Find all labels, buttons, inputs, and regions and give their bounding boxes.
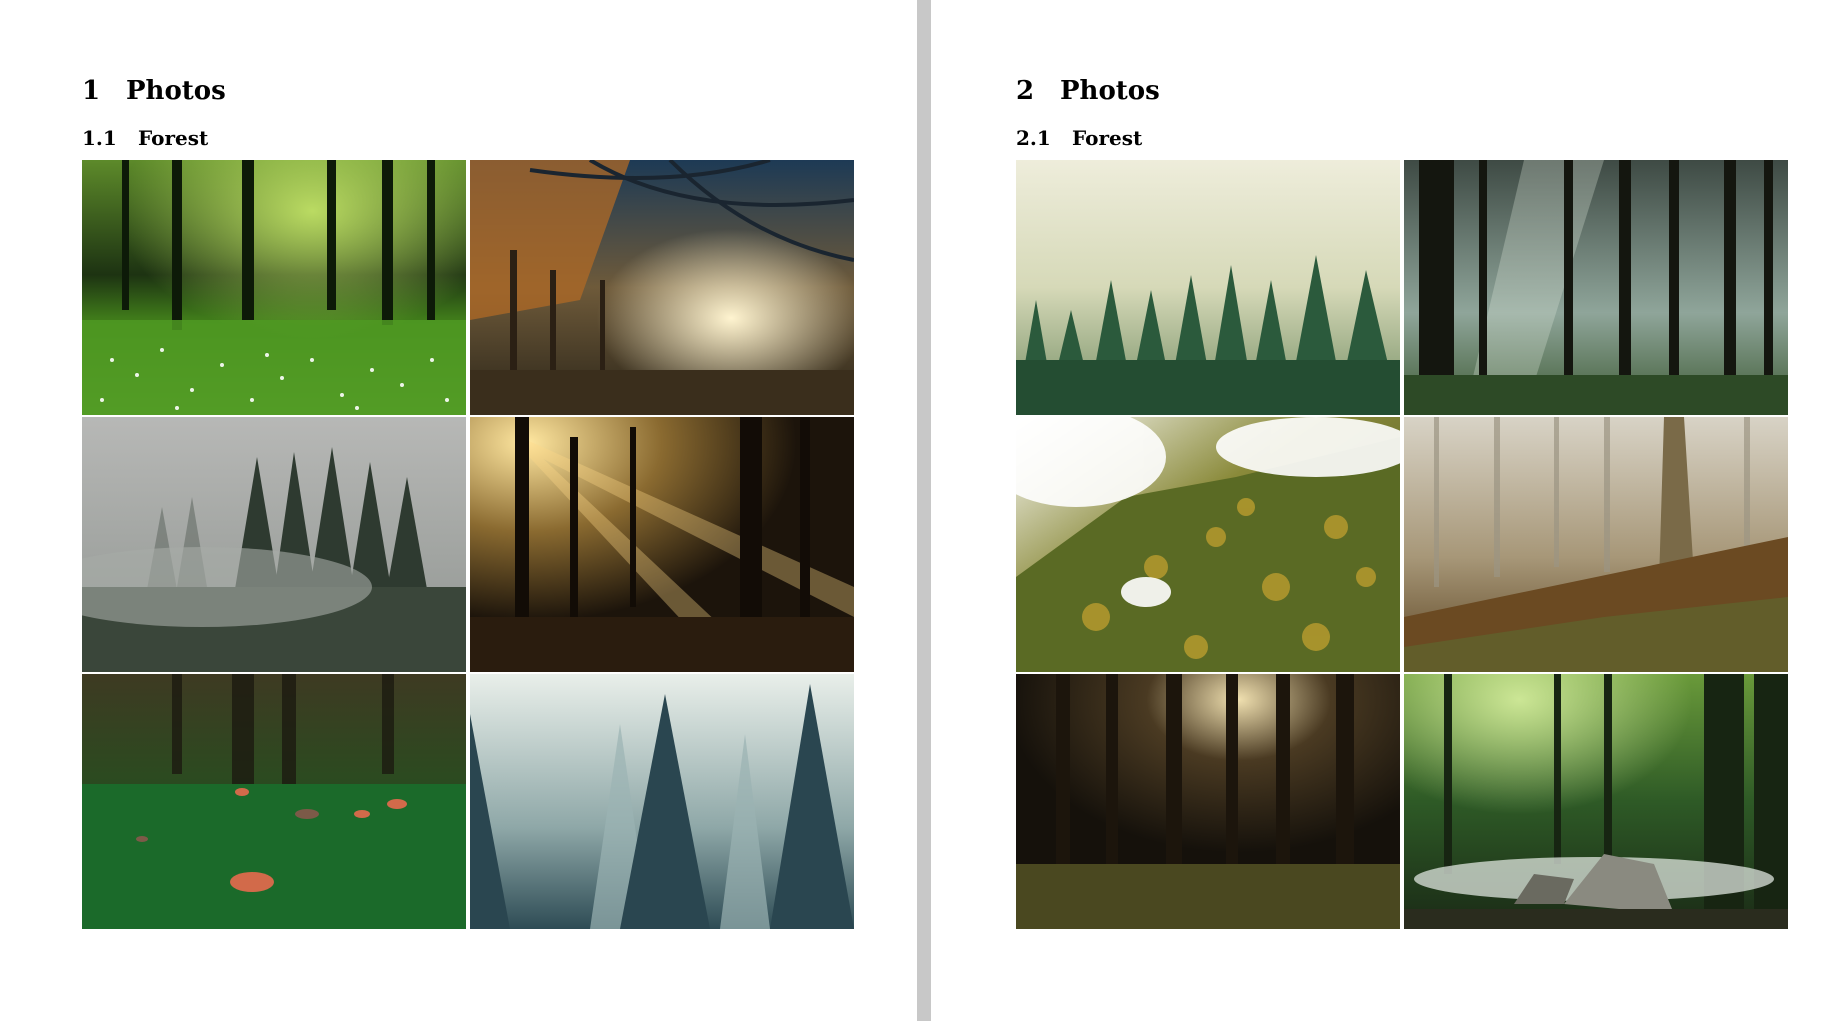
photo-grid <box>1016 160 1788 929</box>
forest-photo-misty-woodland <box>1404 417 1788 672</box>
section-title: Photos <box>126 76 226 106</box>
subsection-number: 1.1 <box>82 126 117 150</box>
document-page-2: 2 Photos 2.1 Forest <box>931 0 1838 1021</box>
forest-photo-sunbeam-path <box>470 417 854 672</box>
page-separator <box>917 0 931 1021</box>
forest-photo-foggy-firs <box>470 674 854 929</box>
subsection-heading: 1.1 Forest <box>82 126 208 150</box>
forest-photo-foggy-treetops <box>1016 160 1400 415</box>
document-page-1: 1 Photos 1.1 Forest <box>0 0 917 1021</box>
forest-photo-aerial-clouds <box>1016 417 1400 672</box>
forest-photo-mushrooms <box>82 674 466 929</box>
forest-photo-light-shafts <box>1404 160 1788 415</box>
forest-photo-misty-rocks <box>1404 674 1788 929</box>
forest-photo-misty-hillside <box>82 417 466 672</box>
photo-grid <box>82 160 854 929</box>
subsection-title: Forest <box>138 126 209 150</box>
forest-photo-dark-pines <box>1016 674 1400 929</box>
section-title: Photos <box>1060 76 1160 106</box>
section-heading: 2 Photos <box>1016 76 1160 106</box>
subsection-title: Forest <box>1072 126 1143 150</box>
forest-photo-meadow <box>82 160 466 415</box>
subsection-heading: 2.1 Forest <box>1016 126 1142 150</box>
forest-photo-autumn-canopy <box>470 160 854 415</box>
pdf-viewer: 1 Photos 1.1 Forest 2 Photos 2.1 Forest <box>0 0 1838 1021</box>
section-number: 2 <box>1016 76 1035 106</box>
section-number: 1 <box>82 76 101 106</box>
subsection-number: 2.1 <box>1016 126 1051 150</box>
section-heading: 1 Photos <box>82 76 226 106</box>
